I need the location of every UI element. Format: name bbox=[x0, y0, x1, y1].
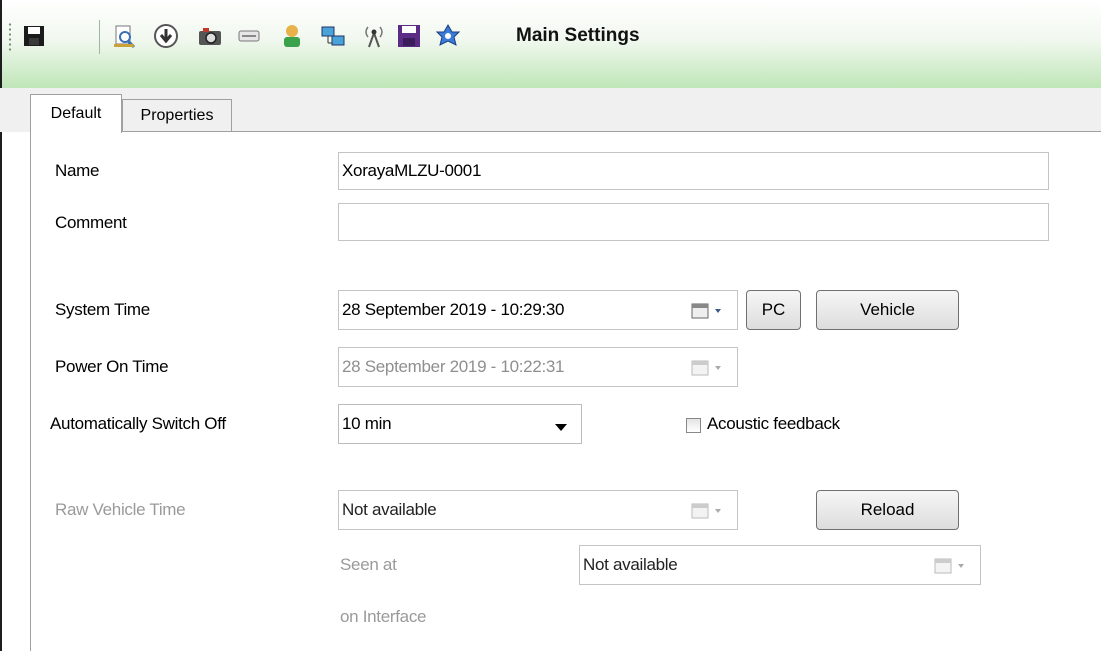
raw-vehicle-time-value: Not available bbox=[342, 500, 437, 519]
power-on-time-picker: 28 September 2019 - 10:22:31 bbox=[338, 347, 738, 387]
comment-input[interactable] bbox=[338, 203, 1049, 241]
reload-button[interactable]: Reload bbox=[816, 490, 959, 530]
download-icon[interactable] bbox=[152, 22, 180, 50]
power-on-time-label: Power On Time bbox=[55, 357, 169, 376]
toolbar-title: Main Settings bbox=[516, 25, 640, 46]
toolbar: Main Settings bbox=[2, 0, 1101, 88]
auto-switch-off-select[interactable]: 10 min bbox=[338, 404, 582, 444]
raw-vehicle-time-label: Raw Vehicle Time bbox=[55, 500, 186, 519]
name-input[interactable]: XorayaMLZU-0001 bbox=[338, 152, 1049, 190]
tab-properties[interactable]: Properties bbox=[122, 99, 232, 132]
network-icon[interactable] bbox=[319, 22, 347, 50]
toolbar-separator bbox=[99, 20, 100, 54]
vehicle-button[interactable]: Vehicle bbox=[816, 290, 959, 330]
pc-button[interactable]: PC bbox=[746, 290, 801, 330]
calendar-dropdown-icon bbox=[691, 358, 729, 378]
settings-icon[interactable] bbox=[434, 22, 462, 50]
comment-label: Comment bbox=[55, 213, 127, 232]
power-on-time-value: 28 September 2019 - 10:22:31 bbox=[342, 357, 565, 376]
card-icon[interactable] bbox=[235, 22, 263, 50]
on-interface-label: on Interface bbox=[340, 607, 427, 626]
calendar-dropdown-icon bbox=[691, 501, 729, 521]
tab-panel-border-left bbox=[30, 131, 31, 651]
toolbar-grip[interactable] bbox=[8, 22, 12, 52]
raw-vehicle-time-picker: Not available bbox=[338, 490, 738, 530]
print-preview-icon[interactable] bbox=[111, 22, 139, 50]
calendar-dropdown-icon[interactable] bbox=[691, 301, 729, 321]
save-icon[interactable] bbox=[20, 22, 48, 50]
acoustic-feedback-label: Acoustic feedback bbox=[707, 414, 840, 433]
tab-strip: Default Properties bbox=[0, 88, 1101, 133]
seen-at-picker: Not available bbox=[579, 545, 981, 585]
tab-default[interactable]: Default bbox=[30, 94, 122, 133]
system-time-value: 28 September 2019 - 10:29:30 bbox=[342, 300, 565, 319]
disk-icon[interactable] bbox=[395, 22, 423, 50]
tab-panel-border bbox=[30, 131, 1101, 132]
auto-switch-off-label: Automatically Switch Off bbox=[50, 414, 226, 433]
calendar-dropdown-icon bbox=[934, 556, 972, 576]
chevron-down-icon bbox=[555, 424, 567, 431]
auto-switch-off-value: 10 min bbox=[342, 414, 392, 433]
seen-at-value: Not available bbox=[583, 555, 678, 574]
system-time-label: System Time bbox=[55, 300, 150, 319]
name-label: Name bbox=[55, 161, 100, 180]
acoustic-feedback-checkbox[interactable] bbox=[686, 418, 701, 433]
seen-at-label: Seen at bbox=[340, 555, 397, 574]
main-settings-window: Main Settings Default Properties Name Xo… bbox=[0, 0, 1101, 651]
system-time-picker[interactable]: 28 September 2019 - 10:29:30 bbox=[338, 290, 738, 330]
antenna-icon[interactable] bbox=[360, 22, 388, 50]
camera-icon[interactable] bbox=[196, 22, 224, 50]
user-icon[interactable] bbox=[278, 22, 306, 50]
